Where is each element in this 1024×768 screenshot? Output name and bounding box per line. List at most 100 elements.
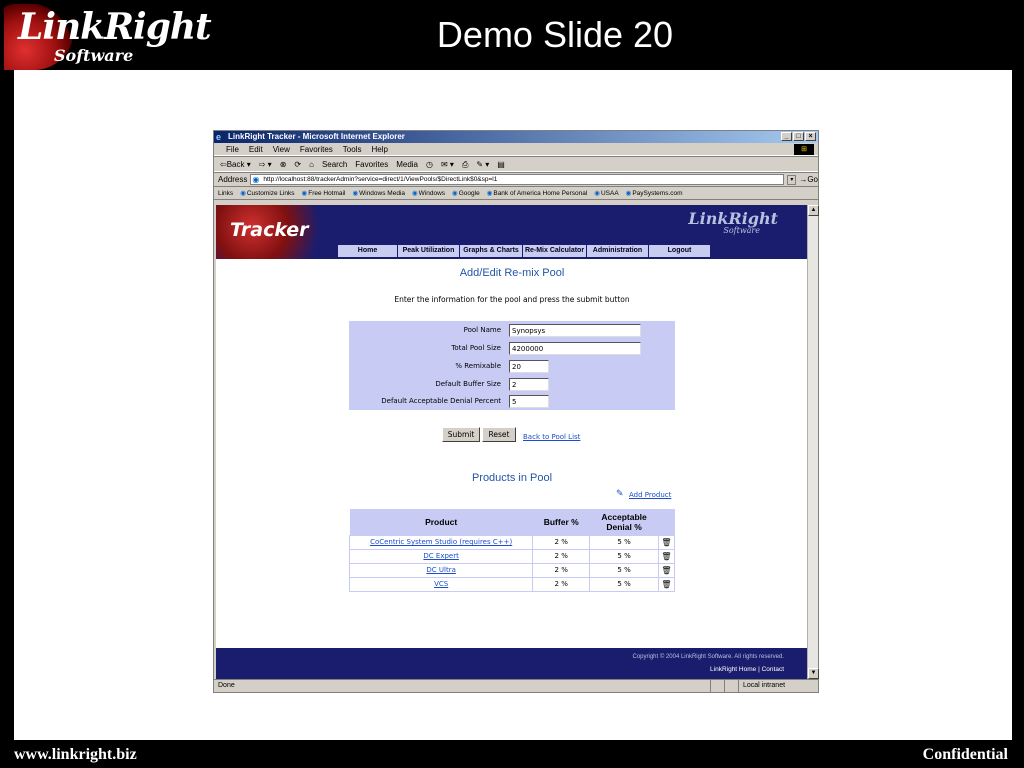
nav-logout[interactable]: Logout — [649, 245, 711, 257]
nav-graphs-charts[interactable]: Graphs & Charts — [460, 245, 523, 257]
delete-icon[interactable]: 🗑 — [658, 576, 675, 592]
buffer-label: Default Buffer Size — [435, 380, 501, 388]
nav-home[interactable]: Home — [338, 245, 398, 257]
close-button[interactable]: × — [805, 132, 816, 141]
product-link[interactable]: DC Expert — [423, 552, 458, 560]
app-header: Tracker LinkRight Software Home Peak Uti… — [216, 205, 808, 259]
menu-favorites[interactable]: Favorites — [300, 143, 333, 155]
buffer-cell: 2 % — [532, 534, 591, 550]
product-link[interactable]: VCS — [434, 580, 448, 588]
table-row: CoCentric System Studio (requires C++) 2… — [348, 534, 675, 550]
product-link[interactable]: CoCentric System Studio (requires C++) — [370, 538, 512, 546]
minimize-button[interactable]: _ — [781, 132, 792, 141]
edit-button[interactable]: ✎ ▾ — [476, 157, 489, 171]
pool-name-row: Pool Name — [349, 324, 675, 338]
denial-cell: 5 % — [589, 534, 659, 550]
buffer-cell: 2 % — [532, 576, 591, 592]
link-windows-media[interactable]: Windows Media — [352, 187, 405, 199]
vertical-scrollbar[interactable]: ▲ ▼ — [807, 205, 819, 679]
delete-icon[interactable]: 🗑 — [658, 548, 675, 564]
menu-help[interactable]: Help — [371, 143, 387, 155]
link-usaa[interactable]: USAA — [594, 187, 619, 199]
link-windows[interactable]: Windows — [412, 187, 445, 199]
logo-sub-text: Software — [54, 46, 134, 65]
total-size-row: Total Pool Size — [349, 342, 675, 356]
address-input[interactable]: ◉ http://localhost:88/trackerAdmin?servi… — [250, 174, 785, 185]
window-titlebar: e LinkRight Tracker - Microsoft Internet… — [214, 131, 818, 143]
total-size-label: Total Pool Size — [451, 344, 501, 352]
browser-window: e LinkRight Tracker - Microsoft Internet… — [213, 130, 819, 693]
go-button[interactable]: →Go — [799, 175, 818, 184]
links-label: Links — [218, 190, 234, 197]
search-button[interactable]: Search — [322, 157, 347, 171]
maximize-button[interactable]: □ — [793, 132, 804, 141]
home-button[interactable]: ⌂ — [309, 157, 314, 171]
status-bar: Done Local intranet — [214, 679, 818, 692]
mail-button[interactable]: ✉ ▾ — [441, 157, 454, 171]
status-cell — [724, 680, 738, 692]
add-product-icon[interactable]: ✎ — [616, 488, 624, 499]
footer-home-link[interactable]: LinkRight Home — [710, 666, 756, 673]
delete-icon[interactable]: 🗑 — [658, 534, 675, 550]
go-label: Go — [807, 175, 818, 184]
status-zone: Local intranet — [738, 680, 818, 692]
table-header-row: Product Buffer % Acceptable Denial % — [349, 509, 675, 535]
products-table: Product Buffer % Acceptable Denial % CoC… — [348, 509, 675, 592]
address-value: http://localhost:88/trackerAdmin?service… — [263, 176, 498, 183]
scroll-down-arrow-icon[interactable]: ▼ — [808, 668, 819, 679]
slide-title: Demo Slide 20 — [436, 14, 674, 55]
submit-button[interactable]: Submit — [442, 427, 480, 442]
menu-bar: File Edit View Favorites Tools Help ⊞ — [214, 143, 818, 156]
tracker-wordmark: Tracker — [230, 219, 309, 241]
buffer-row: Default Buffer Size — [349, 378, 675, 392]
footer-contact-link[interactable]: Contact — [762, 666, 784, 673]
slide-footer-url: www.linkright.biz — [14, 746, 137, 763]
add-product-link[interactable]: Add Product — [629, 491, 671, 499]
links-bar: Links Customize Links Free Hotmail Windo… — [214, 186, 818, 200]
history-button[interactable]: ◷ — [426, 157, 433, 171]
table-row: DC Expert 2 % 5 % 🗑 — [348, 548, 675, 564]
menu-edit[interactable]: Edit — [249, 143, 263, 155]
back-to-pool-list-link[interactable]: Back to Pool List — [523, 433, 580, 441]
discuss-button[interactable]: ▤ — [497, 157, 505, 171]
logo-main-text: LinkRight — [18, 6, 212, 48]
link-google[interactable]: Google — [452, 187, 480, 199]
nav-administration[interactable]: Administration — [587, 245, 649, 257]
menu-file[interactable]: File — [226, 143, 239, 155]
forward-button[interactable]: ⇨ ▾ — [259, 157, 272, 171]
buffer-cell: 2 % — [532, 562, 591, 578]
menu-tools[interactable]: Tools — [343, 143, 362, 155]
refresh-button[interactable]: ⟳ — [294, 157, 301, 171]
linkright-logo: LinkRight Software — [4, 4, 224, 70]
slide-footer-confidential: Confidential — [922, 746, 1008, 763]
nav-remix-calculator[interactable]: Re-Mix Calculator — [523, 245, 587, 257]
menu-view[interactable]: View — [273, 143, 290, 155]
ie-icon: e — [216, 132, 222, 142]
table-row: DC Ultra 2 % 5 % 🗑 — [348, 562, 675, 578]
scroll-up-arrow-icon[interactable]: ▲ — [808, 205, 819, 216]
pool-name-input[interactable] — [509, 324, 641, 337]
print-button[interactable]: ⎙ — [462, 157, 468, 171]
pool-form: Pool Name Total Pool Size % Remixable De… — [349, 321, 675, 410]
denial-input[interactable] — [509, 395, 549, 408]
windows-logo-icon: ⊞ — [794, 144, 814, 155]
delete-icon[interactable]: 🗑 — [658, 562, 675, 578]
link-hotmail[interactable]: Free Hotmail — [302, 187, 345, 199]
link-paysystems[interactable]: PaySystems.com — [626, 187, 682, 199]
address-dropdown-button[interactable]: ▾ — [787, 174, 797, 185]
nav-peak-utilization[interactable]: Peak Utilization — [398, 245, 460, 257]
back-button[interactable]: ⇦Back ▾ — [220, 157, 251, 171]
total-size-input[interactable] — [509, 342, 641, 355]
media-button[interactable]: Media — [396, 157, 418, 171]
link-customize[interactable]: Customize Links — [240, 187, 295, 199]
remixable-input[interactable] — [509, 360, 549, 373]
stop-button[interactable]: ⊗ — [280, 157, 287, 171]
remixable-label: % Remixable — [455, 362, 501, 370]
header-denial: Acceptable Denial % — [589, 509, 659, 535]
link-bank-of-america[interactable]: Bank of America Home Personal — [487, 187, 587, 199]
reset-button[interactable]: Reset — [482, 427, 516, 442]
product-cell: VCS — [348, 576, 534, 592]
product-link[interactable]: DC Ultra — [426, 566, 455, 574]
favorites-button[interactable]: Favorites — [355, 157, 388, 171]
buffer-input[interactable] — [509, 378, 549, 391]
